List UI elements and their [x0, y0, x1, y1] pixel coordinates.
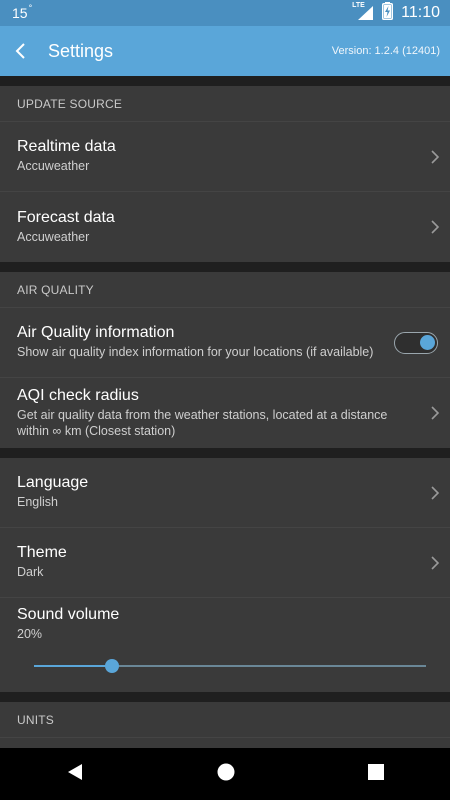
air-quality-info-description: Show air quality index information for y… — [17, 345, 374, 360]
app-bar: Settings Version: 1.2.4 (12401) — [0, 26, 450, 76]
page-title: Settings — [48, 40, 114, 61]
slider-fill — [34, 664, 113, 667]
sound-volume-setting: Sound volume 20% — [0, 598, 450, 692]
realtime-data-value: Accuweather — [17, 159, 90, 174]
back-arrow-icon[interactable] — [12, 41, 32, 61]
nav-recents-icon[interactable] — [367, 763, 384, 785]
theme-label: Theme — [17, 544, 67, 562]
status-temperature: 15 ° — [12, 3, 33, 21]
settings-list[interactable]: UPDATE SOURCE Realtime data Accuweather … — [0, 76, 450, 748]
clock: 11:10 — [401, 4, 440, 21]
signal-icon: LTE — [352, 2, 374, 21]
section-header-air-quality: AIR QUALITY — [0, 272, 450, 308]
air-quality-info-setting[interactable]: Air Quality information Show air quality… — [0, 308, 450, 378]
units-row-partial[interactable] — [0, 738, 450, 748]
temperature-text: 15 — [12, 5, 28, 21]
air-quality-info-label: Air Quality information — [17, 324, 175, 342]
status-icons: LTE 11:10 — [352, 1, 440, 25]
nav-home-icon[interactable] — [217, 763, 235, 786]
battery-charging-icon — [382, 1, 394, 25]
slider-thumb[interactable] — [105, 658, 120, 673]
nav-back-icon[interactable] — [66, 763, 84, 786]
language-label: Language — [17, 474, 89, 492]
sound-volume-slider[interactable] — [34, 658, 426, 673]
forecast-data-setting[interactable]: Forecast data Accuweather — [0, 192, 450, 262]
section-units: UNITS — [0, 702, 450, 748]
theme-value: Dark — [17, 565, 44, 580]
chevron-right-icon — [431, 220, 440, 234]
language-setting[interactable]: Language English — [0, 458, 450, 528]
forecast-data-value: Accuweather — [17, 229, 90, 244]
navigation-bar — [0, 748, 450, 800]
chevron-right-icon — [431, 555, 440, 570]
aqi-radius-setting[interactable]: AQI check radius Get air quality data fr… — [0, 378, 450, 448]
forecast-data-label: Forecast data — [17, 208, 115, 226]
version-label: Version: 1.2.4 (12401) — [331, 45, 440, 57]
air-quality-toggle[interactable] — [394, 331, 438, 354]
realtime-data-setting[interactable]: Realtime data Accuweather — [0, 122, 450, 192]
section-air-quality: AIR QUALITY Air Quality information Show… — [0, 272, 450, 448]
chevron-right-icon — [431, 485, 440, 500]
degree-symbol: ° — [28, 3, 33, 13]
section-general: Language English Theme Dark Sound volume… — [0, 458, 450, 692]
aqi-radius-description: Get air quality data from the weather st… — [17, 407, 388, 438]
status-bar: 15 ° LTE 11:10 — [0, 0, 450, 26]
realtime-data-label: Realtime data — [17, 138, 116, 156]
theme-setting[interactable]: Theme Dark — [0, 528, 450, 598]
sound-volume-label: Sound volume — [17, 606, 120, 623]
chevron-right-icon — [431, 406, 440, 420]
chevron-right-icon — [431, 149, 440, 164]
section-header-update-source: UPDATE SOURCE — [0, 86, 450, 122]
network-type-label: LTE — [352, 2, 365, 9]
toggle-knob — [420, 334, 435, 350]
aqi-radius-label: AQI check radius — [17, 386, 139, 404]
section-header-units: UNITS — [0, 702, 450, 738]
sound-volume-value: 20% — [17, 627, 43, 641]
language-value: English — [17, 495, 58, 510]
section-update-source: UPDATE SOURCE Realtime data Accuweather … — [0, 86, 450, 262]
